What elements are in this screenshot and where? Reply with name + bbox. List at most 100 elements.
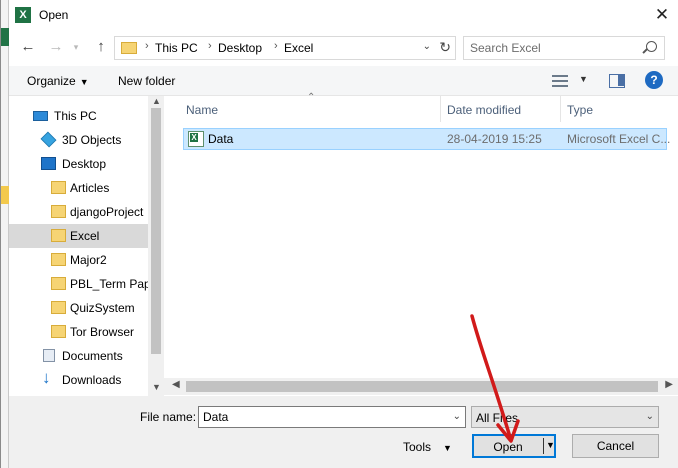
sidebar-item-articles[interactable]: Articles [9, 176, 149, 200]
scroll-left-icon[interactable]: ◀ [172, 379, 180, 390]
sidebar-item-label: Documents [62, 349, 123, 363]
chevron-down-icon: ⌄ [645, 411, 654, 422]
sidebar-item-pbl-term-paper[interactable]: PBL_Term Pape [9, 272, 157, 296]
column-header-name[interactable]: Name [186, 103, 218, 117]
close-button[interactable]: ✕ [651, 4, 673, 26]
sidebar-item-3d-objects[interactable]: 3D Objects [9, 128, 149, 152]
excel-icon: X [15, 7, 31, 23]
documents-icon [43, 349, 55, 362]
folder-icon [51, 301, 66, 314]
tools-button[interactable]: Tools ▼ [403, 440, 452, 454]
new-folder-button[interactable]: New folder [118, 74, 175, 88]
search-box[interactable] [463, 36, 665, 60]
folder-icon [51, 277, 66, 290]
sidebar-item-label: Excel [70, 229, 100, 243]
search-icon[interactable] [646, 41, 657, 52]
folder-icon [121, 42, 137, 54]
breadcrumb-excel[interactable]: Excel [284, 41, 313, 55]
navigation-pane: This PC 3D Objects Desktop Articles djan… [9, 96, 164, 400]
caret-down-icon[interactable]: ▼ [579, 74, 588, 84]
open-options-caret-icon[interactable]: ▼ [546, 440, 555, 450]
sidebar-item-djangoproject[interactable]: djangoProject [9, 200, 149, 224]
tools-label: Tools [403, 440, 432, 454]
sidebar-scrollbar[interactable]: ▲ ▼ [148, 96, 164, 400]
sidebar-item-label: Tor Browser [70, 325, 135, 339]
folder-icon [51, 325, 66, 338]
caret-down-icon: ▼ [79, 77, 89, 87]
view-options-icon[interactable] [552, 74, 568, 88]
file-type-filter-value: All Files [476, 411, 519, 425]
sort-up-icon: ⌃ [307, 92, 316, 103]
sidebar-item-label: QuizSystem [70, 301, 135, 315]
back-arrow-icon[interactable]: ← [18, 37, 38, 57]
3d-objects-icon [40, 131, 57, 148]
window-title: Open [39, 8, 69, 22]
scroll-up-icon[interactable]: ▲ [152, 96, 161, 106]
recent-locations-chevron-icon[interactable]: ▾ [66, 37, 86, 57]
folder-icon [51, 253, 66, 266]
pc-icon [33, 111, 48, 121]
open-button[interactable]: Open ▼ [472, 434, 556, 458]
folder-icon [51, 181, 66, 194]
column-header-date-modified[interactable]: Date modified [447, 103, 521, 117]
sidebar-item-label: Articles [70, 181, 110, 195]
up-arrow-icon[interactable]: ↑ [91, 37, 111, 57]
file-type-filter[interactable]: All Files ⌄ [471, 406, 659, 428]
forward-arrow-icon[interactable]: → [46, 37, 66, 57]
sidebar-item-label: 3D Objects [62, 133, 122, 147]
sidebar-item-this-pc[interactable]: This PC [9, 104, 149, 128]
scrollbar-thumb[interactable] [151, 108, 161, 354]
title-bar: X Open ✕ [9, 0, 678, 30]
cancel-button[interactable]: Cancel [572, 434, 659, 458]
sidebar-item-tor-browser[interactable]: Tor Browser [9, 320, 149, 344]
organize-button[interactable]: Organize ▼ [27, 74, 89, 88]
sidebar-item-label: Major2 [70, 253, 107, 267]
organize-label: Organize [27, 74, 76, 88]
sidebar-item-desktop[interactable]: Desktop [9, 152, 149, 176]
scroll-right-icon[interactable]: ▶ [665, 379, 673, 390]
file-type: Microsoft Excel C... [567, 132, 671, 146]
file-name-combobox[interactable]: ⌄ [198, 406, 466, 428]
downloads-icon [41, 368, 56, 388]
sidebar-item-documents[interactable]: Documents [9, 344, 149, 368]
breadcrumb-this-pc[interactable]: This PC [155, 41, 198, 55]
address-bar[interactable]: › This PC › Desktop › Excel ⌄ ↻ [114, 36, 456, 60]
sidebar-item-label: Desktop [62, 157, 107, 171]
sidebar-item-label: Downloads [62, 373, 122, 387]
column-divider[interactable] [560, 96, 561, 122]
open-button-label: Open [493, 440, 523, 454]
folder-icon [51, 229, 66, 242]
preview-pane-icon[interactable] [609, 74, 625, 88]
help-icon[interactable]: ? [645, 71, 663, 89]
sidebar-item-label: This PC [54, 109, 97, 123]
refresh-icon[interactable]: ↻ [439, 39, 451, 56]
folder-icon [51, 205, 66, 218]
file-list: ⌃ Name Date modified Type Data 28-04-201… [177, 92, 671, 382]
sidebar-item-major2[interactable]: Major2 [9, 248, 149, 272]
open-dialog: X Open ✕ ← → ▾ ↑ › This PC › Desktop › E… [0, 0, 678, 468]
file-name-input[interactable] [203, 408, 443, 426]
scrollbar-thumb[interactable] [186, 381, 658, 392]
breadcrumb-separator: › [274, 40, 278, 52]
scroll-down-icon[interactable]: ▼ [152, 382, 161, 392]
sidebar-item-label: djangoProject [70, 205, 144, 219]
file-row[interactable]: Data 28-04-2019 15:25 Microsoft Excel C.… [183, 128, 671, 150]
sidebar-item-label: PBL_Term Pape [70, 277, 158, 291]
column-divider[interactable] [440, 96, 441, 122]
column-header-type[interactable]: Type [567, 103, 593, 117]
sidebar-item-downloads[interactable]: Downloads [9, 368, 149, 392]
search-input[interactable] [470, 38, 640, 58]
breadcrumb-desktop[interactable]: Desktop [218, 41, 262, 55]
file-name-label: File name: [140, 410, 197, 424]
file-list-horizontal-scrollbar[interactable]: ◀ ▶ [164, 378, 678, 395]
sidebar-item-excel[interactable]: Excel [9, 224, 149, 248]
file-date: 28-04-2019 15:25 [447, 132, 542, 146]
chevron-down-icon[interactable]: ⌄ [423, 41, 431, 52]
caret-down-icon: ▼ [443, 443, 452, 453]
split-divider [543, 438, 544, 454]
excel-file-icon [188, 131, 204, 147]
chevron-down-icon[interactable]: ⌄ [453, 411, 461, 422]
excel-background-strip [1, 0, 9, 468]
sidebar-item-quizsystem[interactable]: QuizSystem [9, 296, 149, 320]
desktop-icon [41, 157, 56, 170]
